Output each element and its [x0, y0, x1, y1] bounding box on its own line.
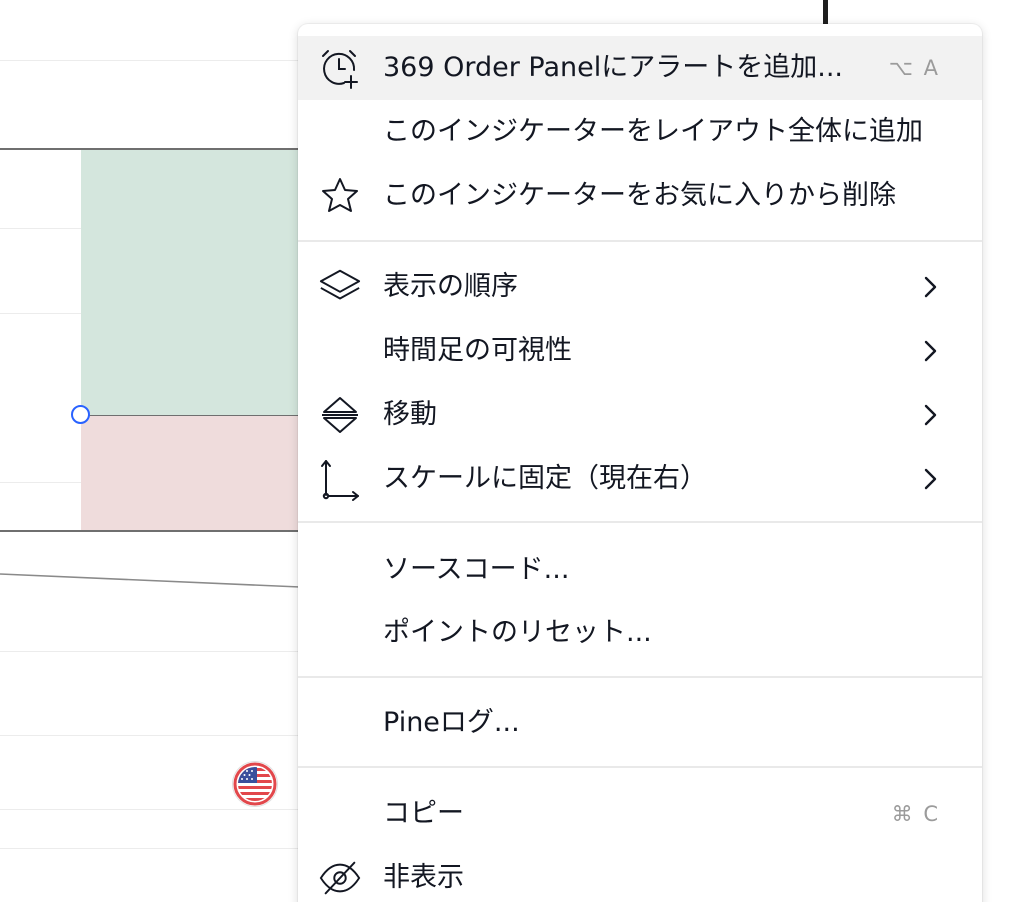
grid-line [0, 60, 300, 61]
chevron-right-icon [924, 404, 937, 426]
chevron-right-icon [924, 276, 937, 298]
menu-item-label: このインジケーターをお気に入りから削除 [383, 180, 896, 211]
menu-item-visual-order[interactable]: 表示の順序 [298, 255, 982, 319]
eye-hidden-icon [318, 858, 362, 898]
menu-item-label: ソースコード... [383, 554, 570, 585]
context-menu: 369 Order Panelにアラートを追加... ⌥ A このインジケーター… [298, 24, 982, 902]
menu-item-add-to-whole-layout[interactable]: このインジケーターをレイアウト全体に追加 [298, 100, 982, 164]
menu-item-pin-to-scale[interactable]: スケールに固定（現在右） [298, 447, 982, 511]
profit-zone[interactable] [81, 149, 300, 416]
entry-drag-handle[interactable] [71, 405, 90, 424]
position-top-border [0, 148, 300, 150]
menu-separator [298, 240, 982, 242]
menu-separator [298, 676, 982, 678]
menu-item-label: Pineログ... [383, 707, 520, 738]
menu-item-remove-favorite[interactable]: このインジケーターをお気に入りから削除 [298, 164, 982, 228]
menu-item-label: ポイントのリセット... [383, 617, 652, 648]
scale-pin-icon [318, 459, 362, 501]
position-bottom-border [0, 530, 300, 532]
layers-icon [318, 267, 362, 307]
grid-line [0, 848, 300, 849]
menu-item-move[interactable]: 移動 [298, 383, 982, 447]
entry-line [81, 415, 300, 416]
chart-edge-bar [823, 0, 828, 24]
menu-item-timeframe-visibility[interactable]: 時間足の可視性 [298, 319, 982, 383]
menu-item-label: スケールに固定（現在右） [383, 463, 707, 494]
menu-item-label: 表示の順序 [383, 271, 518, 302]
loss-zone[interactable] [81, 416, 300, 531]
grid-line [0, 735, 300, 736]
grid-line [0, 809, 300, 810]
menu-separator [298, 766, 982, 768]
menu-item-hide[interactable]: 非表示 [298, 846, 982, 902]
move-icon [318, 395, 362, 435]
menu-item-label: 非表示 [383, 862, 464, 893]
alarm-add-icon [318, 48, 362, 89]
shortcut-hint: ⌘ C [891, 802, 940, 826]
chevron-right-icon [924, 468, 937, 490]
menu-item-copy[interactable]: コピー ⌘ C [298, 782, 982, 846]
menu-item-pine-logs[interactable]: Pineログ... [298, 691, 982, 755]
star-icon [318, 176, 362, 216]
menu-item-label: このインジケーターをレイアウト全体に追加 [383, 116, 923, 147]
menu-item-reset-points[interactable]: ポイントのリセット... [298, 601, 982, 665]
menu-item-label: コピー [383, 798, 464, 829]
menu-item-source-code[interactable]: ソースコード... [298, 538, 982, 602]
chevron-right-icon [924, 340, 937, 362]
grid-line [0, 651, 300, 652]
menu-item-label: 時間足の可視性 [383, 335, 572, 366]
menu-item-label: 移動 [383, 399, 437, 430]
chart-canvas[interactable]: 369 Order Panelにアラートを追加... ⌥ A このインジケーター… [0, 0, 1026, 902]
menu-item-label: 369 Order Panelにアラートを追加... [383, 52, 844, 83]
menu-item-add-alert[interactable]: 369 Order Panelにアラートを追加... ⌥ A [298, 36, 982, 100]
us-flag-event-icon[interactable] [233, 762, 277, 806]
trend-line[interactable] [0, 560, 300, 600]
shortcut-hint: ⌥ A [888, 56, 940, 80]
menu-separator [298, 521, 982, 523]
